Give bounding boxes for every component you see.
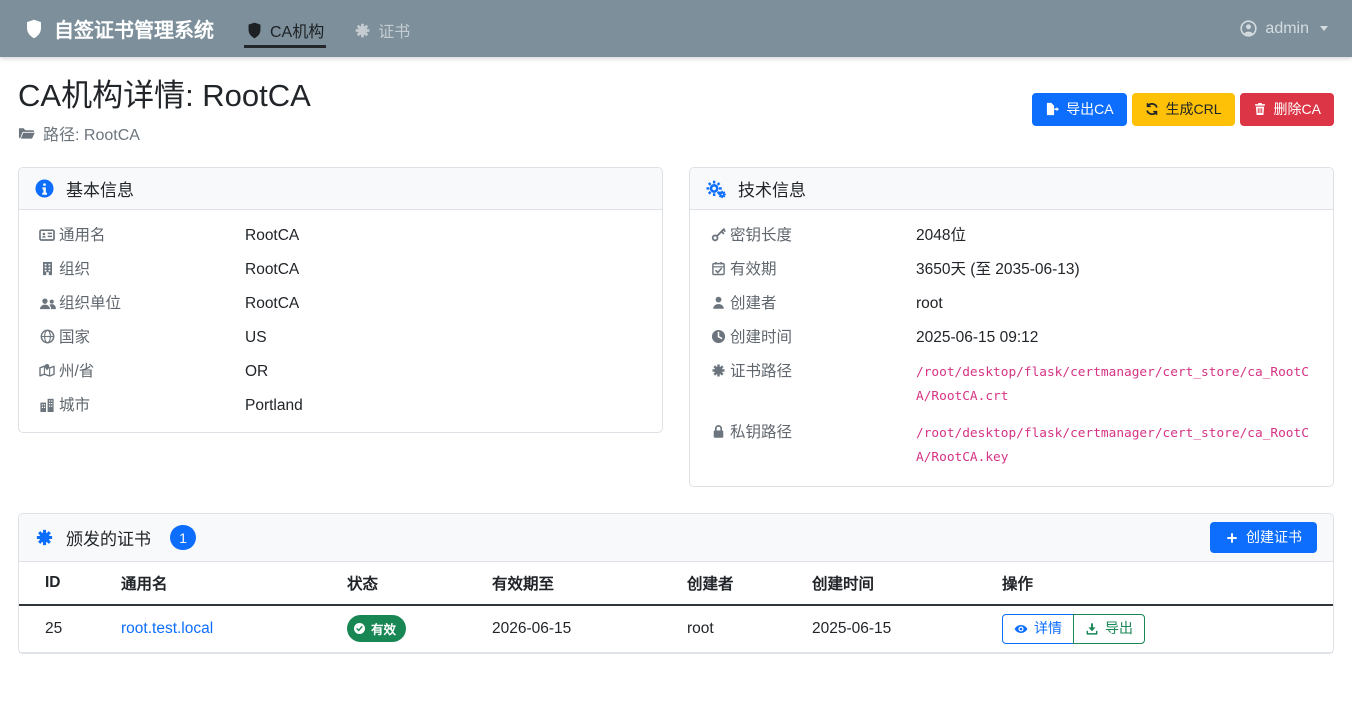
col-created: 创建时间 [800, 562, 990, 605]
info-row-common-name: 通用名 RootCA [35, 225, 646, 246]
cell-creator: root [675, 605, 800, 652]
lock-icon [706, 424, 730, 439]
info-row-country: 国家 US [35, 327, 646, 348]
card-title: 颁发的证书 [66, 525, 151, 550]
building-icon [35, 261, 59, 276]
table-header-row: ID 通用名 状态 有效期至 创建者 创建时间 操作 [19, 562, 1333, 605]
user-icon [706, 295, 730, 310]
certificate-icon [35, 528, 54, 547]
generate-crl-button[interactable]: 生成CRL [1132, 93, 1235, 126]
cogs-icon [706, 179, 726, 199]
caret-down-icon [1320, 26, 1328, 31]
file-export-icon [1045, 102, 1059, 116]
issued-certs-table: ID 通用名 状态 有效期至 创建者 创建时间 操作 25 root.test.… [19, 562, 1333, 653]
download-icon [1085, 622, 1099, 636]
cert-path-value: /root/desktop/flask/certmanager/cert_sto… [916, 361, 1317, 409]
info-row-state: 州/省 OR [35, 361, 646, 382]
info-row-creator: 创建者 root [706, 293, 1317, 314]
key-icon [706, 227, 730, 242]
calendar-check-icon [706, 261, 730, 276]
city-icon [35, 397, 59, 413]
issued-certs-header: 颁发的证书 1 创建证书 [19, 514, 1333, 562]
detail-button[interactable]: 详情 [1002, 614, 1074, 644]
nav-item-ca[interactable]: CA机构 [244, 13, 326, 48]
cell-common-name: root.test.local [109, 605, 335, 652]
ca-path-label: 路径: RootCA [43, 121, 140, 145]
shield-icon [246, 22, 263, 39]
app-title: 自签证书管理系统 [54, 14, 214, 43]
sync-icon [1145, 102, 1159, 116]
info-row-cert-path: 证书路径 /root/desktop/flask/certmanager/cer… [706, 361, 1317, 409]
info-row-org-unit: 组织单位 RootCA [35, 293, 646, 314]
export-ca-button[interactable]: 导出CA [1032, 93, 1126, 126]
ca-actions: 导出CA 生成CRL 删除CA [1032, 93, 1334, 126]
issued-certs-card: 颁发的证书 1 创建证书 ID 通用名 状态 有效期至 创建者 [18, 513, 1334, 653]
info-row-created-time: 创建时间 2025-06-15 09:12 [706, 327, 1317, 348]
main-nav: CA机构 证书 [244, 0, 412, 57]
info-row-organization: 组织 RootCA [35, 259, 646, 280]
delete-ca-button[interactable]: 删除CA [1240, 93, 1334, 126]
shield-icon [24, 19, 44, 39]
map-marked-icon [35, 363, 59, 379]
plus-icon [1225, 531, 1239, 545]
key-path-value: /root/desktop/flask/certmanager/cert_sto… [916, 422, 1317, 470]
user-menu-dropdown[interactable]: admin [1240, 20, 1328, 38]
info-row-key-length: 密钥长度 2048位 [706, 225, 1317, 246]
cert-table-row: 25 root.test.local 有效 2026-06-15 root [19, 605, 1333, 652]
cert-link[interactable]: root.test.local [121, 620, 213, 637]
card-title: 技术信息 [738, 176, 806, 201]
app-brand[interactable]: 自签证书管理系统 [24, 14, 214, 43]
nav-item-certificates[interactable]: 证书 [352, 13, 412, 48]
tech-info-header: 技术信息 [690, 168, 1333, 210]
nav-item-label: 证书 [378, 18, 410, 42]
row-actions: 详情 导出 [1002, 614, 1145, 644]
check-circle-icon [353, 622, 366, 635]
ca-path: 路径: RootCA [18, 121, 311, 145]
globe-icon [35, 329, 59, 344]
user-circle-icon [1240, 20, 1257, 37]
col-actions: 操作 [990, 562, 1333, 605]
page-title: CA机构详情: RootCA [18, 77, 311, 114]
certificate-icon [706, 363, 730, 378]
export-button[interactable]: 导出 [1073, 614, 1145, 644]
create-cert-button[interactable]: 创建证书 [1210, 522, 1317, 553]
cert-count-badge: 1 [170, 525, 196, 550]
username-label: admin [1265, 20, 1309, 38]
col-status: 状态 [335, 562, 480, 605]
col-common-name: 通用名 [109, 562, 335, 605]
col-valid-until: 有效期至 [480, 562, 675, 605]
info-circle-icon [35, 179, 54, 198]
folder-open-icon [18, 125, 35, 142]
cell-id: 25 [19, 605, 109, 652]
main-content: CA机构详情: RootCA 路径: RootCA 导出CA 生成CRL [0, 57, 1352, 654]
basic-info-header: 基本信息 [19, 168, 662, 210]
nav-item-label: CA机构 [270, 18, 324, 42]
trash-icon [1253, 102, 1267, 116]
card-title: 基本信息 [66, 176, 134, 201]
certificate-icon [354, 22, 371, 39]
tech-info-card: 技术信息 密钥长度 2048位 有效期 3650天 (至 2035-06-13) [689, 167, 1334, 487]
cell-created: 2025-06-15 [800, 605, 990, 652]
id-card-icon [35, 227, 59, 243]
eye-icon [1014, 622, 1028, 636]
col-id: ID [19, 562, 109, 605]
cell-actions: 详情 导出 [990, 605, 1333, 652]
basic-info-card: 基本信息 通用名 RootCA 组织 RootCA [18, 167, 663, 433]
info-row-key-path: 私钥路径 /root/desktop/flask/certmanager/cer… [706, 422, 1317, 470]
users-icon [35, 295, 59, 312]
col-creator: 创建者 [675, 562, 800, 605]
info-row-validity: 有效期 3650天 (至 2035-06-13) [706, 259, 1317, 280]
info-row-city: 城市 Portland [35, 395, 646, 416]
navbar: 自签证书管理系统 CA机构 证书 admin [0, 0, 1352, 57]
cell-valid-until: 2026-06-15 [480, 605, 675, 652]
clock-icon [706, 329, 730, 344]
cell-status: 有效 [335, 605, 480, 652]
status-badge: 有效 [347, 615, 406, 642]
